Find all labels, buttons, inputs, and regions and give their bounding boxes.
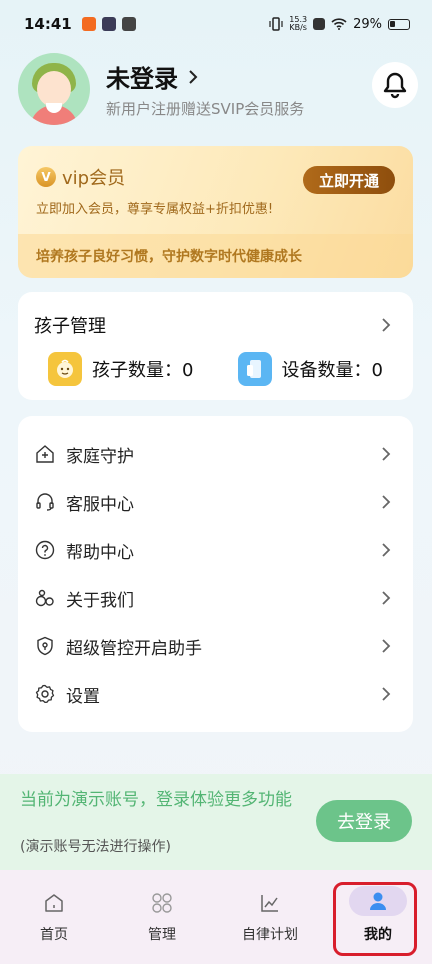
child-count-label: 孩子数量：0 [92, 360, 194, 381]
battery-percent: 29% [353, 16, 382, 32]
vip-description: 立即加入会员，尊享专属权益+折扣优惠! [36, 202, 274, 217]
app-notification-icon [121, 17, 136, 31]
tab-label: 自律计划 [242, 927, 298, 943]
notifications-button[interactable] [372, 62, 418, 108]
highlight-box [333, 882, 417, 956]
menu-item-settings[interactable]: 设置 [18, 670, 413, 718]
profile-subtitle: 新用户注册赠送SVIP会员服务 [106, 100, 305, 118]
menu-label: 超级管控开启助手 [66, 638, 202, 659]
menu-item-help-center[interactable]: 帮助中心 [18, 526, 413, 574]
menu-list: 家庭守护 客服中心 帮助中心 关于我们 超级管控开启助手 设置 [18, 416, 413, 732]
tab-self-discipline-plan[interactable]: 自律计划 [216, 870, 324, 964]
child-face-icon [48, 352, 82, 386]
device-phone-icon [237, 352, 272, 386]
help-circle-icon [34, 539, 56, 561]
menu-label: 家庭守护 [66, 446, 134, 467]
login-button[interactable]: 去登录 [316, 800, 412, 842]
login-prompt[interactable]: 未登录 [106, 59, 304, 94]
video-app-icon [101, 17, 116, 31]
battery-icon [388, 18, 410, 30]
vibrate-icon [269, 17, 283, 31]
profile-header[interactable]: 未登录 新用户注册赠送SVIP会员服务 [18, 52, 418, 126]
demo-note: (演示账号无法进行操作) [20, 839, 171, 855]
kids-management-title: 孩子管理 [34, 316, 106, 337]
menu-item-super-control-assistant[interactable]: 超级管控开启助手 [18, 622, 413, 670]
tab-home[interactable]: 首页 [0, 870, 108, 964]
status-bar: 14:41 15.3 KB/s 29% [0, 0, 432, 48]
demo-account-banner: 当前为演示账号，登录体验更多功能 (演示账号无法进行操作) 去登录 [0, 774, 432, 870]
home-shield-icon [34, 443, 56, 465]
vip-slogan: 培养孩子良好习惯，守护数字时代健康成长 [18, 234, 413, 278]
chevron-right-icon [382, 495, 391, 509]
chevron-right-icon [382, 687, 391, 701]
chart-icon [257, 890, 283, 916]
app-notification-icon [81, 17, 96, 31]
chevron-right-icon [382, 639, 391, 653]
child-count[interactable]: 孩子数量：0 [48, 352, 193, 386]
vip-card[interactable]: V vip会员 立即加入会员，尊享专属权益+折扣优惠! 立即开通 培养孩子良好习… [18, 146, 413, 278]
tab-manage[interactable]: 管理 [108, 870, 216, 964]
vip-open-button[interactable]: 立即开通 [303, 166, 395, 194]
people-icon [34, 587, 56, 609]
network-speed: 15.3 KB/s [289, 15, 308, 32]
chevron-right-icon [382, 318, 391, 332]
vip-badge-icon: V [36, 167, 56, 187]
kids-management-card[interactable]: 孩子管理 孩子数量：0 设备数量：0 [18, 292, 413, 400]
chevron-right-icon [189, 69, 198, 84]
tab-label: 管理 [148, 927, 176, 943]
grid-icon [149, 890, 175, 916]
bell-icon [383, 72, 407, 99]
menu-item-family-guard[interactable]: 家庭守护 [18, 430, 413, 478]
menu-item-about-us[interactable]: 关于我们 [18, 574, 413, 622]
no-sim-icon [313, 18, 326, 30]
menu-label: 客服中心 [66, 494, 134, 515]
device-count[interactable]: 设备数量：0 [237, 352, 383, 386]
home-icon [41, 890, 67, 916]
menu-item-customer-service[interactable]: 客服中心 [18, 478, 413, 526]
chevron-right-icon [382, 591, 391, 605]
demo-message: 当前为演示账号，登录体验更多功能 [20, 790, 292, 810]
menu-label: 帮助中心 [66, 542, 134, 563]
tab-label: 首页 [40, 927, 68, 943]
chevron-right-icon [382, 447, 391, 461]
wifi-icon [331, 18, 347, 30]
menu-label: 关于我们 [66, 590, 134, 611]
profile-name: 未登录 [106, 65, 178, 93]
gear-icon [34, 683, 56, 705]
chevron-right-icon [382, 543, 391, 557]
status-time: 14:41 [24, 15, 72, 33]
menu-label: 设置 [66, 686, 100, 707]
headset-icon [34, 491, 56, 513]
shield-icon [34, 635, 56, 657]
device-count-label: 设备数量：0 [281, 360, 383, 381]
vip-title: vip会员 [62, 168, 126, 189]
avatar[interactable] [18, 53, 90, 125]
